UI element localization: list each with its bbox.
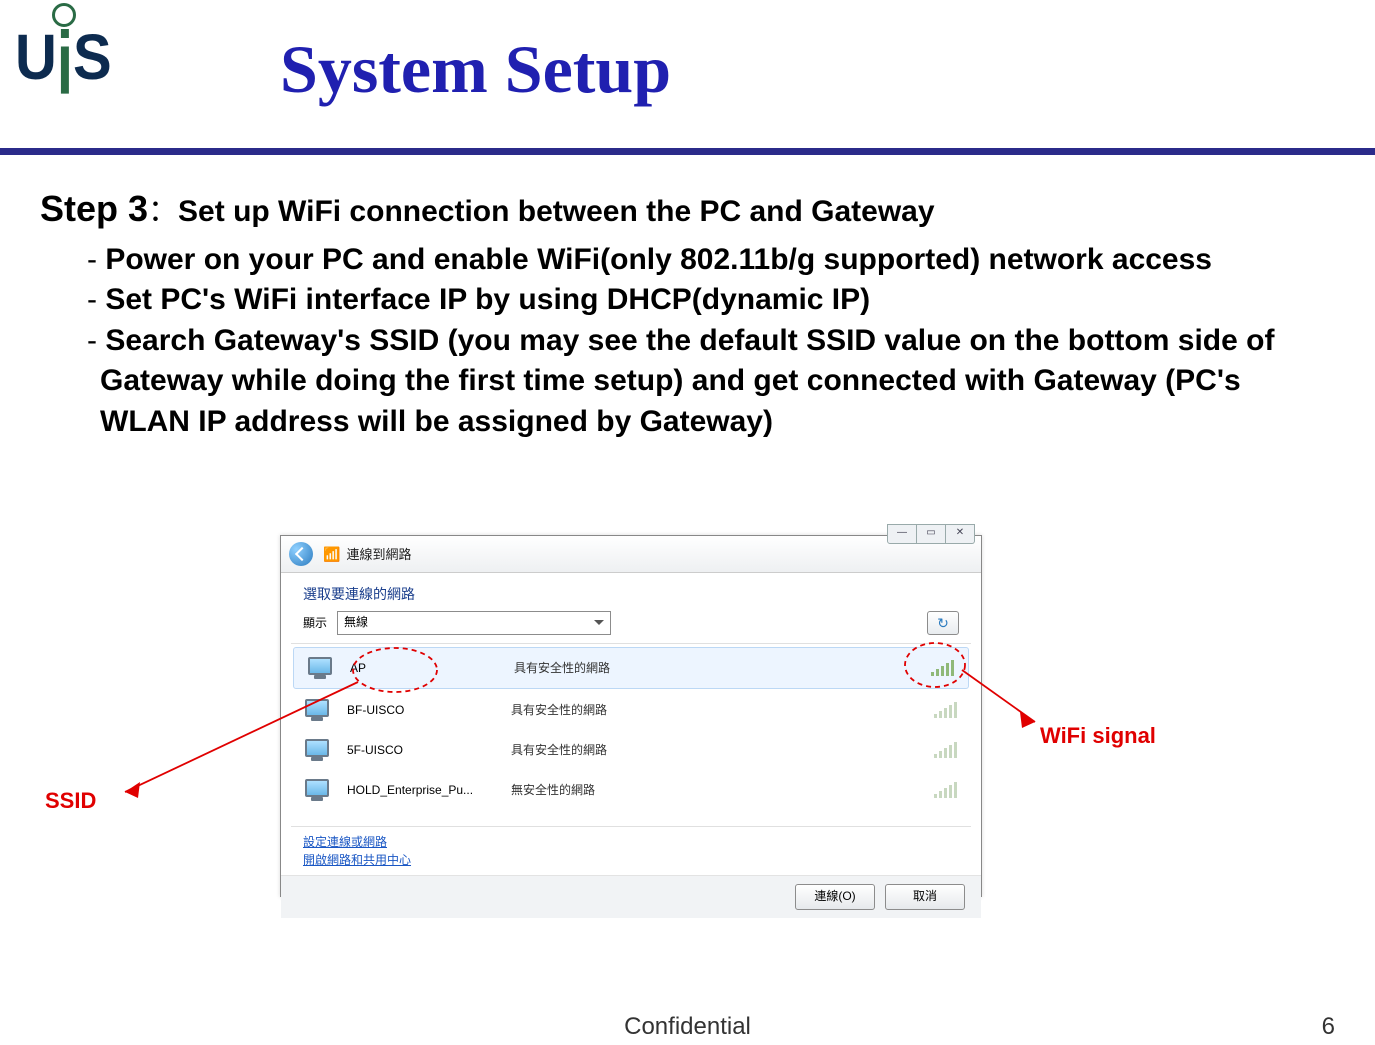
- maximize-button[interactable]: ▭: [917, 524, 946, 544]
- bullet-3: - Search Gateway's SSID (you may see the…: [40, 321, 1335, 443]
- window-title: 連線到網路: [346, 548, 411, 561]
- step-label: Step 3: [40, 188, 148, 229]
- slide-footer: Confidential 6: [0, 1015, 1375, 1039]
- slide-title: System Setup: [280, 35, 671, 103]
- network-list: AP 具有安全性的網路 BF-UISCO 具有安全性的網路 5F-UISCO 具…: [291, 643, 971, 827]
- computer-icon: [305, 779, 333, 801]
- logo: UiS: [15, 3, 114, 87]
- network-security: 無安全性的網路: [511, 784, 920, 796]
- footer-confidential: Confidential: [624, 1015, 751, 1039]
- network-security: 具有安全性的網路: [514, 662, 917, 674]
- bullet-1: - Power on your PC and enable WiFi(only …: [40, 240, 1335, 281]
- signal-icon: [934, 742, 957, 758]
- network-ssid: HOLD_Enterprise_Pu...: [347, 784, 497, 796]
- signal-icon: [934, 782, 957, 798]
- dialog-links: 設定連線或網路 開啟網路和共用中心: [281, 827, 981, 875]
- setup-connection-link[interactable]: 設定連線或網路: [303, 833, 959, 851]
- network-icon: 📶: [323, 546, 340, 563]
- cancel-button[interactable]: 取消: [885, 884, 965, 910]
- network-item-bf[interactable]: BF-UISCO 具有安全性的網路: [291, 690, 971, 730]
- window-controls: — ▭ ✕: [887, 524, 975, 544]
- back-button[interactable]: [289, 542, 313, 566]
- step-heading: Step 3：Set up WiFi connection between th…: [40, 185, 1335, 234]
- computer-icon: [305, 699, 333, 721]
- signal-icon: [931, 660, 954, 676]
- network-item-hold[interactable]: HOLD_Enterprise_Pu... 無安全性的網路: [291, 770, 971, 810]
- filter-label: 顯示: [303, 617, 327, 629]
- annotation-ssid: SSID: [45, 790, 96, 812]
- connect-button[interactable]: 連線(O): [795, 884, 875, 910]
- bullet-2: - Set PC's WiFi interface IP by using DH…: [40, 280, 1335, 321]
- close-button[interactable]: ✕: [946, 524, 975, 544]
- network-ssid: AP: [350, 662, 500, 674]
- footer-page-number: 6: [1322, 1015, 1335, 1039]
- annotation-wifi-signal: WiFi signal: [1040, 725, 1156, 747]
- minimize-button[interactable]: —: [887, 524, 917, 544]
- select-network-label: 選取要連線的網路: [281, 573, 981, 611]
- network-ssid: BF-UISCO: [347, 704, 497, 716]
- network-ssid: 5F-UISCO: [347, 744, 497, 756]
- step-colon: ：: [148, 195, 178, 228]
- dialog-button-row: 連線(O) 取消: [281, 875, 981, 918]
- computer-icon: [305, 739, 333, 761]
- filter-dropdown[interactable]: 無線: [337, 611, 611, 635]
- network-dialog: — ▭ ✕ 📶 連線到網路 選取要連線的網路 顯示 無線 ↻ AP 具有安全性的…: [280, 535, 982, 897]
- computer-icon: [308, 657, 336, 679]
- window-titlebar: 📶 連線到網路: [281, 536, 981, 573]
- logo-text: UiS: [15, 26, 114, 90]
- network-security: 具有安全性的網路: [511, 744, 920, 756]
- title-rule: [0, 148, 1375, 155]
- network-security: 具有安全性的網路: [511, 704, 920, 716]
- content-block: Step 3：Set up WiFi connection between th…: [40, 185, 1335, 442]
- signal-icon: [934, 702, 957, 718]
- refresh-button[interactable]: ↻: [927, 611, 959, 635]
- network-item-ap[interactable]: AP 具有安全性的網路: [293, 647, 969, 689]
- step-description: Set up WiFi connection between the PC an…: [178, 195, 935, 228]
- network-item-5f[interactable]: 5F-UISCO 具有安全性的網路: [291, 730, 971, 770]
- open-sharing-center-link[interactable]: 開啟網路和共用中心: [303, 851, 959, 869]
- filter-row: 顯示 無線 ↻: [281, 611, 981, 643]
